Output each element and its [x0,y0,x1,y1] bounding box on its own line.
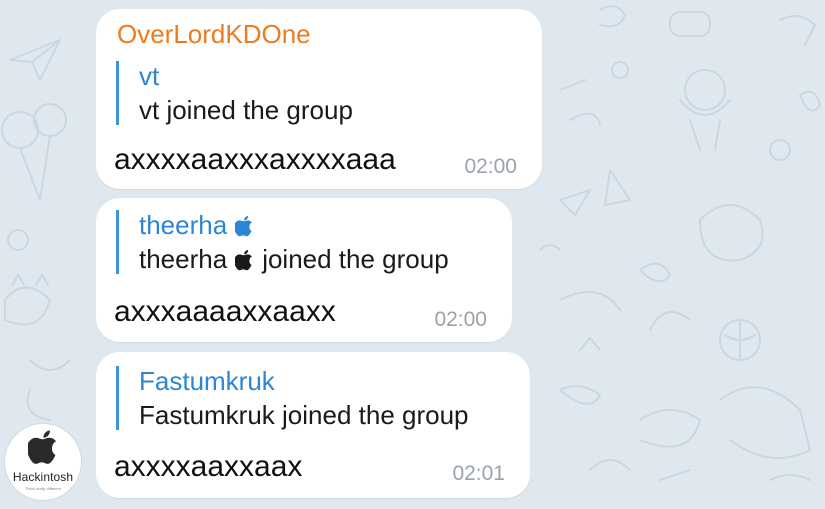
message-time: 02:00 [464,155,517,178]
avatar-subtitle: Think really different [25,486,61,491]
apple-logo-icon [28,430,57,464]
reply-sender-name-text: Fastumkruk [139,366,275,396]
message-time: 02:01 [452,462,505,485]
reply-sender-name-text: theerha [139,210,228,240]
reply-sender-name: Fastumkruk [139,366,275,397]
message-text: axxxaaaaxxaaxx [114,295,336,328]
avatar-title: Hackintosh [12,470,74,484]
message-bubble[interactable]: theerha theerha joined the group axxxaaa… [96,198,512,342]
reply-text-content: Fastumkruk joined the group [139,400,469,430]
reply-text-content: vt joined the group [139,95,353,125]
reply-sender-name-text: vt [139,61,160,91]
reply-text: Fastumkruk joined the group [139,400,469,431]
reply-quote[interactable]: Fastumkruk Fastumkruk joined the group [116,366,469,430]
message-bubble[interactable]: Fastumkruk Fastumkruk joined the group a… [96,352,530,498]
sender-name[interactable]: OverLordKDOne [117,19,311,50]
message-bubble[interactable]: OverLordKDOne vt vt joined the group axx… [96,9,542,189]
message-text: axxxxaaxxxaxxxxaaa [114,143,396,176]
reply-text: theerha joined the group [139,244,449,275]
apple-logo-icon [235,249,253,270]
reply-text: vt joined the group [139,95,353,126]
reply-sender-name: vt [139,61,159,92]
message-text: axxxxaaxxaax [114,450,303,483]
avatar[interactable]: Hackintosh Think really different [5,424,81,500]
reply-quote[interactable]: theerha theerha joined the group [116,210,449,274]
reply-text-before: theerha [139,244,228,274]
reply-text-after: joined the group [262,244,449,274]
reply-sender-name: theerha [139,210,254,241]
message-time: 02:00 [434,308,487,331]
reply-quote[interactable]: vt vt joined the group [116,61,353,125]
apple-logo-icon [235,215,253,236]
